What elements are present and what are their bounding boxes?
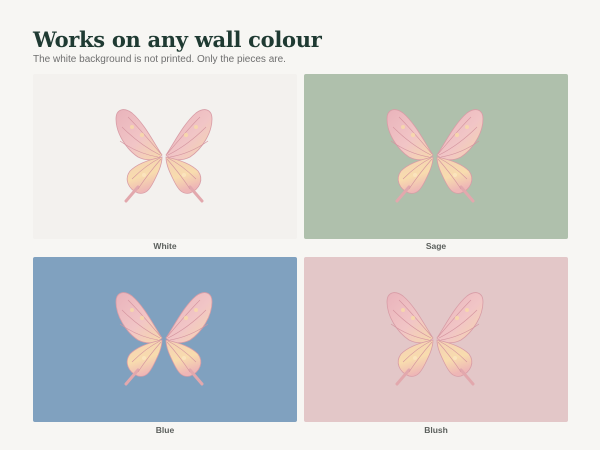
butterfly-icon [385, 291, 485, 386]
wall-label-blush: Blush [424, 425, 448, 435]
page-title: Works on any wall colour [33, 27, 322, 52]
wall-label-white: White [153, 241, 177, 251]
wall-preview-blush [304, 257, 568, 422]
wall-label-sage: Sage [425, 241, 447, 251]
wall-label-blue: Blue [155, 425, 175, 435]
wall-preview-blue [33, 257, 297, 422]
page-subtitle: The white background is not printed. Onl… [33, 54, 286, 65]
butterfly-icon [114, 108, 214, 203]
butterfly-icon [385, 108, 485, 203]
wall-preview-sage [304, 74, 568, 239]
wall-preview-white [33, 74, 297, 239]
butterfly-icon [114, 291, 214, 386]
